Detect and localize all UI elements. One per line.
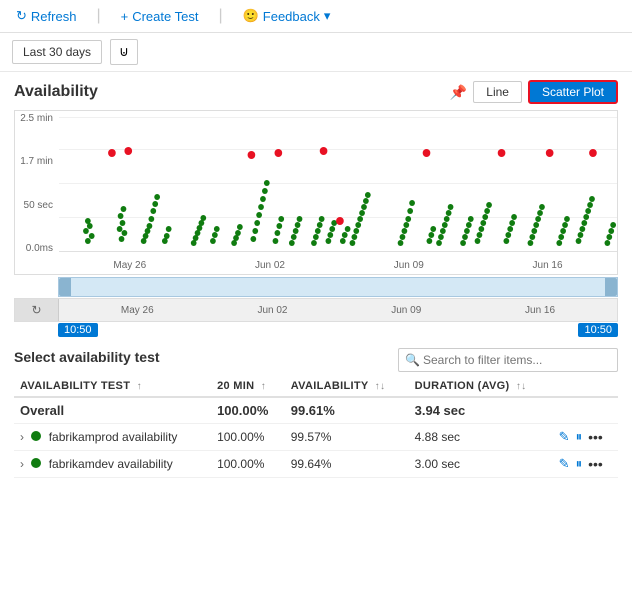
date-range-button[interactable]: Last 30 days	[12, 40, 102, 64]
expand-icon-2[interactable]: ›	[20, 457, 24, 471]
chart-header: Availability 📌 Line Scatter Plot	[14, 80, 618, 104]
sort-icon-20min[interactable]: ↑	[261, 381, 266, 392]
create-test-label: Create Test	[132, 9, 198, 24]
filter-bar: Last 30 days ⊍	[0, 33, 632, 72]
separator-1: |	[96, 7, 100, 25]
edit-icon-2[interactable]: ✎	[559, 456, 570, 472]
x-label-jun16: Jun 16	[533, 260, 563, 271]
test2-duration: 3.00 sec	[409, 451, 553, 478]
plus-icon: +	[121, 9, 129, 24]
status-dot-2	[31, 458, 41, 468]
col-header-duration: DURATION (AVG) ↑↓	[409, 376, 553, 397]
sort-icon-duration[interactable]: ↑↓	[516, 381, 527, 392]
pause-icon-2[interactable]: ⏸	[576, 456, 583, 472]
sort-icon-test[interactable]: ↑	[137, 381, 142, 392]
chart-section: Availability 📌 Line Scatter Plot 2.5 min…	[0, 72, 632, 342]
test2-20min: 100.00%	[211, 451, 285, 478]
test1-name: › fabrikamprod availability	[14, 424, 211, 451]
line-view-button[interactable]: Line	[473, 81, 522, 103]
test2-availability: 99.64%	[285, 451, 409, 478]
time-badge-end: 10:50	[578, 323, 618, 337]
separator-2: |	[218, 7, 222, 25]
x-label-jun09: Jun 09	[394, 260, 424, 271]
refresh-label: Refresh	[31, 9, 77, 24]
create-test-button[interactable]: + Create Test	[117, 7, 203, 26]
test1-20min: 100.00%	[211, 424, 285, 451]
overall-20min: 100.00%	[211, 397, 285, 424]
sort-icon-avail[interactable]: ↑↓	[375, 381, 386, 392]
col-header-test: AVAILABILITY TEST ↑	[14, 376, 211, 397]
timeline-handle-left[interactable]	[59, 278, 71, 296]
overall-duration: 3.94 sec	[409, 397, 553, 424]
lower-section: Select availability test 🔍 AVAILABILITY …	[0, 342, 632, 482]
timeline-bar[interactable]	[58, 277, 618, 297]
edit-icon-1[interactable]: ✎	[559, 429, 570, 445]
search-icon: 🔍	[405, 353, 420, 367]
scatter-plot-button[interactable]: Scatter Plot	[528, 80, 618, 104]
nav-prev-button[interactable]: ↻	[15, 299, 59, 321]
section-title: Select availability test	[14, 349, 160, 365]
more-icon-2[interactable]: •••	[588, 456, 603, 472]
search-row: Select availability test 🔍	[14, 348, 618, 372]
y-label-bottom: 0.0ms	[15, 243, 57, 254]
timeline-x-jun09: Jun 09	[391, 305, 421, 316]
time-badge-start: 10:50	[58, 323, 98, 337]
feedback-button[interactable]: 🙂 Feedback ▾	[239, 6, 335, 26]
test2-name: › fabrikamdev availability	[14, 451, 211, 478]
search-input[interactable]	[398, 348, 618, 372]
y-label-top: 2.5 min	[15, 113, 57, 124]
col-header-availability: AVAILABILITY ↑↓	[285, 376, 409, 397]
test-row-1[interactable]: › fabrikamprod availability 100.00% 99.5…	[14, 424, 618, 451]
nav-left-icon: ↻	[31, 303, 41, 317]
test1-duration: 4.88 sec	[409, 424, 553, 451]
refresh-button[interactable]: ↻ Refresh	[12, 6, 80, 26]
status-dot-1	[31, 431, 41, 441]
timeline-handle-right[interactable]	[605, 278, 617, 296]
test2-actions: ✎ ⏸ •••	[559, 456, 612, 472]
date-range-label: Last 30 days	[23, 45, 91, 59]
expand-icon-1[interactable]: ›	[20, 430, 24, 444]
x-label-may26: May 26	[113, 260, 146, 271]
more-icon-1[interactable]: •••	[588, 429, 603, 445]
search-container: 🔍	[398, 348, 618, 372]
pause-icon-1[interactable]: ⏸	[576, 429, 583, 445]
refresh-icon: ↻	[16, 8, 27, 24]
y-label-2: 1.7 min	[15, 156, 57, 167]
feedback-label: Feedback	[263, 9, 320, 24]
x-label-jun02: Jun 02	[255, 260, 285, 271]
timeline-x-jun02: Jun 02	[257, 305, 287, 316]
chart-title: Availability	[14, 83, 98, 101]
overall-availability: 99.61%	[285, 397, 409, 424]
test1-actions: ✎ ⏸ •••	[559, 429, 612, 445]
test1-availability: 99.57%	[285, 424, 409, 451]
chart-controls: 📌 Line Scatter Plot	[450, 80, 618, 104]
filter-icon-button[interactable]: ⊍	[110, 39, 138, 65]
test-row-2[interactable]: › fabrikamdev availability 100.00% 99.64…	[14, 451, 618, 478]
chevron-down-icon: ▾	[324, 8, 331, 24]
funnel-icon: ⊍	[119, 44, 129, 59]
y-label-3: 50 sec	[15, 200, 57, 211]
top-bar: ↻ Refresh | + Create Test | 🙂 Feedback ▾	[0, 0, 632, 33]
chart-area: 2.5 min 1.7 min 50 sec 0.0ms	[14, 110, 618, 275]
availability-table: AVAILABILITY TEST ↑ 20 MIN ↑ AVAILABILIT…	[14, 376, 618, 478]
overall-name: Overall	[14, 397, 211, 424]
timeline-x-may26: May 26	[121, 305, 154, 316]
overall-row: Overall 100.00% 99.61% 3.94 sec	[14, 397, 618, 424]
timeline-x-jun16: Jun 16	[525, 305, 555, 316]
col-header-20min: 20 MIN ↑	[211, 376, 285, 397]
pin-icon[interactable]: 📌	[450, 84, 467, 101]
smiley-icon: 🙂	[243, 8, 259, 24]
